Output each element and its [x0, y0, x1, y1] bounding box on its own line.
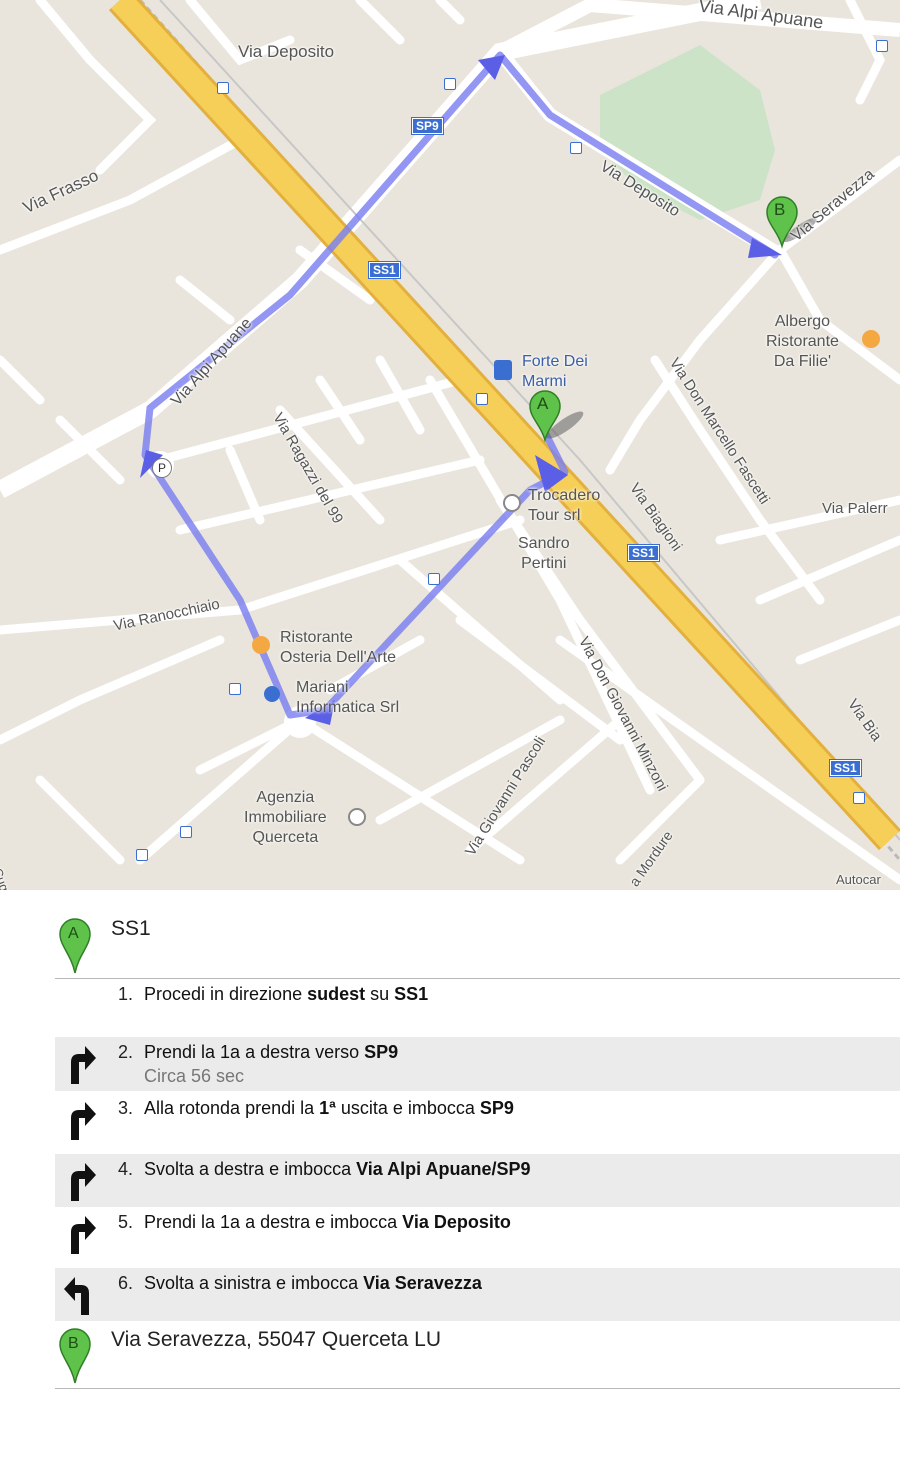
directions-panel: A SS1 1. Procedi in direzione sudest su …: [0, 890, 900, 1458]
bus-stop-icon: [229, 683, 241, 695]
bus-stop-icon: [853, 792, 865, 804]
step-number: 1.: [117, 984, 133, 1004]
step-text-part: Svolta a destra e imbocca: [144, 1159, 357, 1179]
step-text-bold: SP9: [364, 1042, 399, 1062]
ss1-highway: [111, 0, 899, 849]
step-number: 2.: [117, 1042, 133, 1062]
step-text-part: Procedi in direzione: [144, 984, 308, 1004]
ss1-shield-3: SS1: [829, 759, 862, 777]
bus-stop-icon: [570, 142, 582, 154]
start-title: SS1: [111, 917, 151, 940]
poi-sandro-pertini-text: Sandro Pertini: [518, 535, 570, 572]
label-via-palermo: Via Palerr: [822, 500, 888, 517]
poi-mariani: Mariani Informatica Srl: [296, 678, 399, 718]
train-station-icon: [494, 360, 512, 380]
turn-right-icon: [71, 1216, 96, 1254]
poi-trocadero: Trocadero Tour srl: [528, 486, 600, 526]
poi-ristorante-osteria: Ristorante Osteria Dell'Arte: [280, 628, 396, 668]
step-number: 3.: [117, 1098, 133, 1118]
step-row[interactable]: 3. Alla rotonda prendi la 1ª uscita e im…: [55, 1093, 900, 1153]
bus-stop-icon: [476, 393, 488, 405]
place-icon: [503, 494, 521, 512]
label-autocar: Autocar: [836, 872, 881, 887]
end-waypoint[interactable]: B Via Seravezza, 55047 Querceta LU: [55, 1322, 900, 1389]
start-waypoint[interactable]: A SS1: [55, 890, 900, 979]
step-text-part: Prendi la 1a a destra e imbocca: [144, 1212, 403, 1232]
step-text-bold: Via Deposito: [402, 1212, 511, 1232]
step-row[interactable]: 2. Prendi la 1a a destra verso SP9 Circa…: [55, 1037, 900, 1091]
poi-forte-dei-marmi-text: Forte Dei Marmi: [522, 353, 588, 390]
step-text-bold: SP9: [479, 1098, 514, 1118]
bus-stop-icon: [444, 78, 456, 90]
turn-right-icon: [71, 1163, 96, 1201]
bus-stop-icon: [136, 849, 148, 861]
poi-mariani-text: Mariani Informatica Srl: [296, 679, 400, 716]
poi-trocadero-text: Trocadero Tour srl: [528, 487, 601, 524]
step-text-bold: SS1: [394, 984, 429, 1004]
parking-icon: P: [152, 458, 172, 478]
step-text-bold: 1ª: [319, 1098, 336, 1118]
marker-a-letter: A: [537, 394, 549, 413]
step-number: 5.: [117, 1212, 133, 1232]
poi-forte-dei-marmi: Forte Dei Marmi: [522, 352, 588, 392]
turn-left-icon: [64, 1277, 89, 1315]
shop-icon: [264, 686, 280, 702]
poi-agenzia-text: Agenzia Immobiliare Querceta: [244, 789, 327, 846]
step-number: 4.: [117, 1159, 133, 1179]
step-row[interactable]: 6. Svolta a sinistra e imbocca Via Serav…: [55, 1268, 900, 1321]
place-icon: [348, 808, 366, 826]
map-canvas: [0, 0, 900, 885]
bus-stop-icon: [428, 573, 440, 585]
step-text: Prendi la 1a a destra e imbocca Via Depo…: [144, 1212, 511, 1233]
poi-albergo: Albergo Ristorante Da Filie': [766, 312, 839, 372]
poi-sandro-pertini: Sandro Pertini: [518, 534, 570, 574]
poi-albergo-text: Albergo Ristorante Da Filie': [766, 313, 839, 370]
step-text-part: su: [365, 984, 395, 1004]
step-text: Alla rotonda prendi la 1ª uscita e imboc…: [144, 1098, 514, 1119]
step-row[interactable]: 1. Procedi in direzione sudest su SS1: [55, 979, 900, 1037]
step-text-part: Prendi la 1a a destra verso: [144, 1042, 365, 1062]
step-duration: Circa 56 sec: [144, 1066, 245, 1086]
step-row[interactable]: 4. Svolta a destra e imbocca Via Alpi Ap…: [55, 1154, 900, 1207]
start-marker-letter: A: [68, 925, 79, 942]
step-text-bold: Via Alpi Apuane/SP9: [356, 1159, 531, 1179]
restaurant-icon: [862, 330, 880, 348]
turn-right-icon: [71, 1102, 96, 1140]
step-text: Svolta a destra e imbocca Via Alpi Apuan…: [144, 1159, 531, 1180]
end-title: Via Seravezza, 55047 Querceta LU: [111, 1328, 441, 1351]
turn-right-icon: [71, 1046, 96, 1084]
route-map[interactable]: A B Via Alpi Apuane Via Deposito Via Fra…: [0, 0, 900, 890]
sp9-shield: SP9: [411, 117, 444, 135]
bus-stop-icon: [217, 82, 229, 94]
ss1-shield-2: SS1: [627, 544, 660, 562]
poi-ristorante-osteria-text: Ristorante Osteria Dell'Arte: [280, 629, 396, 666]
marker-b-letter: B: [774, 200, 786, 219]
step-text-part: uscita e imbocca: [335, 1098, 480, 1118]
step-text: Procedi in direzione sudest su SS1: [144, 984, 428, 1005]
restaurant-icon: [252, 636, 270, 654]
step-row[interactable]: 5. Prendi la 1a a destra e imbocca Via D…: [55, 1207, 900, 1267]
step-text-part: Svolta a sinistra e imbocca: [144, 1273, 364, 1293]
label-via-deposito-top: Via Deposito: [238, 42, 335, 61]
step-text: Svolta a sinistra e imbocca Via Seravezz…: [144, 1273, 482, 1294]
end-marker-letter: B: [68, 1335, 79, 1352]
step-number: 6.: [117, 1273, 133, 1293]
bus-stop-icon: [876, 40, 888, 52]
step-text-bold: sudest: [307, 984, 366, 1004]
step-text-bold: Via Seravezza: [363, 1273, 482, 1293]
step-text-part: Alla rotonda prendi la: [144, 1098, 320, 1118]
step-text: Prendi la 1a a destra verso SP9: [144, 1042, 398, 1063]
ss1-shield-1: SS1: [368, 261, 401, 279]
bus-stop-icon: [180, 826, 192, 838]
poi-agenzia: Agenzia Immobiliare Querceta: [244, 788, 327, 848]
